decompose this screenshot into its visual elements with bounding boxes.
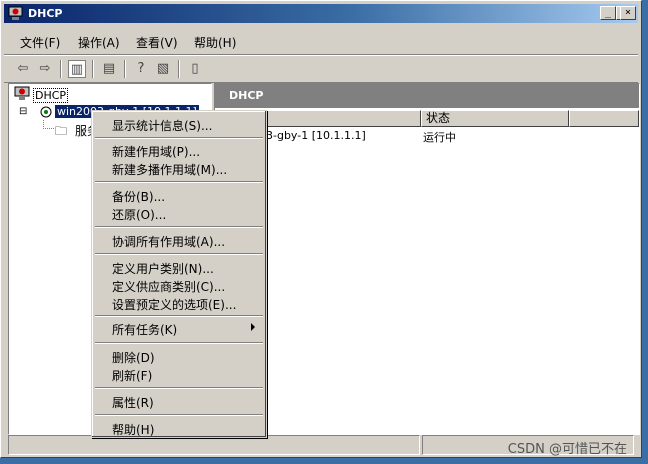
toolbar-separator xyxy=(178,60,180,78)
menu-new-scope[interactable]: 新建作用域(P)... xyxy=(112,143,200,160)
context-menu: 显示统计信息(S)... 新建作用域(P)... 新建多播作用域(M)... 备… xyxy=(91,110,267,438)
menu-help[interactable]: 帮助(H) xyxy=(194,34,236,51)
menu-action[interactable]: 操作(A) xyxy=(78,34,120,51)
menu-set-predefined-options[interactable]: 设置预定义的选项(E)... xyxy=(112,296,236,313)
menu-reconcile-all-scopes[interactable]: 协调所有作用域(A)... xyxy=(112,233,225,250)
collapse-icon[interactable]: ⊟ xyxy=(19,106,27,117)
menu-backup[interactable]: 备份(B)... xyxy=(112,188,165,205)
watermark: CSDN @可惜已不在 xyxy=(507,442,627,457)
menu-separator xyxy=(95,226,263,228)
menu-separator xyxy=(95,181,263,183)
back-arrow-icon[interactable]: ⇦ xyxy=(14,60,32,78)
menu-restore[interactable]: 还原(O)... xyxy=(112,206,166,223)
status-pane-secondary: CSDN @可惜已不在 xyxy=(422,435,634,457)
menu-file[interactable]: 文件(F) xyxy=(20,34,60,51)
minimize-button[interactable]: _ xyxy=(600,6,616,20)
toolbar-separator xyxy=(60,60,62,78)
submenu-arrow-icon xyxy=(251,323,255,331)
menu-view[interactable]: 查看(V) xyxy=(136,34,178,51)
toolbar-separator xyxy=(92,60,94,78)
menu-separator xyxy=(95,414,263,416)
server-node-icon xyxy=(40,106,52,118)
menu-refresh[interactable]: 刷新(F) xyxy=(112,367,152,384)
menu-help-item[interactable]: 帮助(H) xyxy=(112,421,154,438)
menu-separator xyxy=(95,342,263,344)
status-pane-main xyxy=(8,435,420,455)
menu-separator xyxy=(95,387,263,389)
window-title: DHCP xyxy=(28,7,63,20)
menu-bar: 文件(F) 操作(A) 查看(V) 帮助(H) xyxy=(4,26,638,55)
menu-define-vendor-classes[interactable]: 定义供应商类别(C)... xyxy=(112,278,225,295)
dhcp-app-icon xyxy=(8,6,23,20)
forward-arrow-icon[interactable]: ⇨ xyxy=(36,60,54,78)
toolbar-separator xyxy=(124,60,126,78)
menu-separator xyxy=(95,315,263,317)
menu-define-user-classes[interactable]: 定义用户类别(N)... xyxy=(112,260,214,277)
row-status[interactable]: 运行中 xyxy=(423,129,456,145)
close-button[interactable]: × xyxy=(620,6,636,20)
help-icon[interactable]: ? xyxy=(132,60,150,78)
show-tree-icon[interactable]: ▥ xyxy=(68,60,86,78)
toolbar: ⇦ ⇨ ▥ ▤ ? ▧ ▯ xyxy=(4,55,638,83)
menu-properties[interactable]: 属性(R) xyxy=(112,394,154,411)
menu-all-tasks-row[interactable]: 所有任务(K) xyxy=(95,319,263,339)
menu-show-statistics[interactable]: 显示统计信息(S)... xyxy=(112,117,212,134)
folder-icon: 🗀 xyxy=(55,124,68,138)
menu-separator xyxy=(95,253,263,255)
show-action-pane-icon[interactable]: ▧ xyxy=(154,60,172,78)
title-bar[interactable]: DHCP _ □ × xyxy=(4,4,638,23)
details-header: DHCP xyxy=(215,84,639,108)
menu-separator xyxy=(95,137,263,139)
row-content[interactable]: 03-gby-1 [10.1.1.1] xyxy=(259,129,366,142)
details-pane: DHCP 内容 状态 03-gby-1 [10.1.1.1] 运行中 xyxy=(214,83,640,435)
tree-node-dhcp[interactable]: DHCP xyxy=(33,88,69,103)
menu-new-multicast-scope[interactable]: 新建多播作用域(M)... xyxy=(112,161,227,178)
status-bar: CSDN @可惜已不在 xyxy=(4,435,638,457)
server-icon[interactable]: ▯ xyxy=(186,60,204,78)
menu-all-tasks[interactable]: 所有任务(K) xyxy=(112,321,177,338)
column-status[interactable]: 状态 xyxy=(421,110,569,127)
dhcp-root-icon xyxy=(14,86,30,100)
column-filler xyxy=(569,110,639,127)
menu-delete[interactable]: 删除(D) xyxy=(112,349,155,366)
tree-connector xyxy=(43,120,54,129)
export-list-icon[interactable]: ▤ xyxy=(100,60,118,78)
